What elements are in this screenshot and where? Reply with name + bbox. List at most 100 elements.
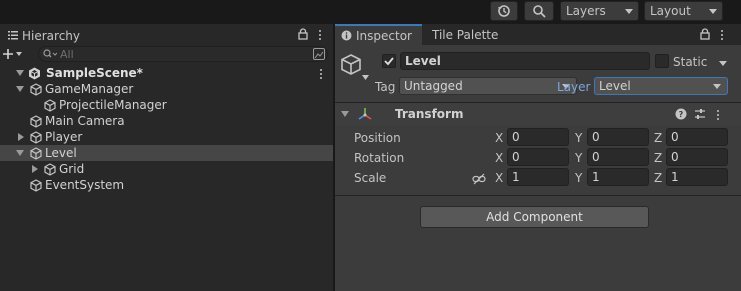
- transform-position-x-field[interactable]: 0: [507, 128, 569, 146]
- search-icon: [532, 4, 546, 18]
- layer-value: Level: [599, 79, 631, 93]
- tab-tile-palette[interactable]: Tile Palette: [422, 24, 508, 45]
- hierarchy-item-label: ProjectileManager: [59, 98, 167, 112]
- tab-hierarchy-label: Hierarchy: [22, 28, 81, 43]
- preset-icon[interactable]: [694, 108, 706, 120]
- search-button[interactable]: [524, 1, 554, 21]
- hierarchy-item[interactable]: EventSystem: [0, 177, 333, 193]
- history-button[interactable]: [490, 1, 518, 21]
- object-name-field[interactable]: Level: [400, 52, 650, 70]
- hierarchy-menu-icon[interactable]: [317, 29, 323, 40]
- expand-arrow-icon[interactable]: [16, 86, 24, 92]
- hierarchy-item-label: Grid: [59, 162, 85, 176]
- unity-scene-icon: [28, 67, 41, 80]
- hierarchy-item[interactable]: Level: [0, 145, 333, 161]
- axis-z-label: Z: [654, 151, 663, 165]
- hierarchy-item[interactable]: Player: [0, 129, 333, 145]
- svg-text:?: ?: [679, 110, 684, 119]
- static-checkbox[interactable]: [655, 54, 669, 68]
- scene-filter-icon[interactable]: [313, 48, 325, 60]
- gameobject-cube-icon[interactable]: [341, 53, 369, 83]
- tab-tile-palette-label: Tile Palette: [431, 27, 499, 42]
- transform-rotation-y-field[interactable]: 0: [587, 148, 649, 166]
- transform-scale-z-field[interactable]: 1: [666, 168, 728, 186]
- axis-z-label: Z: [654, 171, 663, 185]
- indent: [0, 150, 28, 156]
- hierarchy-item[interactable]: GameManager: [0, 81, 333, 97]
- lock-icon[interactable]: [700, 28, 710, 40]
- hierarchy-tab-bar: Hierarchy: [0, 24, 333, 45]
- layout-dropdown[interactable]: Layout: [644, 1, 723, 21]
- expand-arrow-icon[interactable]: [16, 70, 24, 76]
- transform-title: Transform: [395, 107, 464, 121]
- hierarchy-item-label: Player: [45, 130, 83, 144]
- scene-menu-icon[interactable]: [318, 68, 324, 79]
- transform-header[interactable]: Transform ?: [335, 103, 741, 125]
- inspector-menu-icon[interactable]: [719, 29, 725, 40]
- transform-rotation-x-field[interactable]: 0: [507, 148, 569, 166]
- scene-row[interactable]: SampleScene*: [0, 65, 333, 81]
- tab-inspector[interactable]: Inspector: [335, 24, 422, 45]
- layers-dropdown-label: Layers: [566, 4, 606, 18]
- add-component-button[interactable]: Add Component: [420, 206, 649, 228]
- hierarchy-item[interactable]: Main Camera: [0, 113, 333, 129]
- collapse-arrow-icon[interactable]: [32, 165, 38, 173]
- layout-dropdown-label: Layout: [650, 4, 691, 18]
- hierarchy-item[interactable]: ProjectileManager: [0, 97, 333, 113]
- gameobject-icon: [30, 178, 42, 192]
- lock-icon[interactable]: [298, 28, 308, 40]
- axis-x-label: X: [495, 151, 504, 165]
- gameobject-icon: [44, 162, 56, 176]
- static-dropdown-icon[interactable]: [719, 61, 727, 66]
- inspector-tab-bar: Inspector Tile Palette: [335, 24, 741, 45]
- gameobject-icon: [30, 130, 42, 144]
- component-menu-icon[interactable]: [715, 109, 721, 120]
- transform-scale-x-field[interactable]: 1: [507, 168, 569, 186]
- hierarchy-item[interactable]: Grid: [0, 161, 333, 177]
- gameobject-icon: [44, 98, 56, 112]
- transform-rotation-z-field[interactable]: 0: [666, 148, 728, 166]
- collapse-arrow-icon[interactable]: [18, 133, 24, 141]
- gameobject-icon: [30, 82, 42, 96]
- chevron-down-icon: [16, 52, 22, 56]
- hierarchy-search-field[interactable]: All: [38, 46, 328, 62]
- active-checkbox[interactable]: [382, 54, 396, 68]
- indent: [0, 133, 28, 141]
- create-button[interactable]: [2, 45, 28, 63]
- chevron-down-icon: [713, 83, 721, 89]
- plus-icon: [2, 48, 14, 60]
- hierarchy-item-label: Main Camera: [45, 114, 125, 128]
- hierarchy-item-label: Level: [45, 146, 77, 160]
- chevron-down-icon: [709, 8, 717, 14]
- foldout-arrow-icon[interactable]: [341, 111, 349, 117]
- top-toolbar: Layers Layout: [0, 0, 741, 24]
- transform-position-label: Position: [354, 131, 401, 145]
- scene-name: SampleScene*: [46, 66, 143, 80]
- axis-y-label: Y: [575, 131, 583, 145]
- tag-dropdown[interactable]: Untagged: [399, 77, 577, 95]
- hierarchy-item-label: GameManager: [45, 82, 134, 96]
- transform-position-z-field[interactable]: 0: [666, 128, 728, 146]
- transform-icon: [357, 107, 373, 121]
- hierarchy-panel: Hierarchy All SampleScene* GameManager Pr…: [0, 24, 333, 291]
- list-icon: [8, 31, 18, 40]
- layer-dropdown[interactable]: Level: [594, 77, 728, 95]
- component-divider: [335, 195, 741, 196]
- layer-label: Layer: [557, 80, 591, 94]
- layers-dropdown[interactable]: Layers: [560, 1, 639, 21]
- transform-position-y-field[interactable]: 0: [587, 128, 649, 146]
- tab-inspector-label: Inspector: [356, 28, 412, 43]
- tag-label: Tag: [375, 80, 396, 94]
- indent: [0, 165, 42, 173]
- axis-y-label: Y: [575, 171, 583, 185]
- transform-scale-y-field[interactable]: 1: [587, 168, 649, 186]
- axis-x-label: X: [495, 171, 504, 185]
- inspector-panel: Inspector Tile Palette Level Static Tag …: [335, 24, 741, 291]
- axis-y-label: Y: [575, 151, 583, 165]
- tag-value: Untagged: [404, 79, 463, 93]
- constrain-proportions-icon[interactable]: [472, 173, 486, 185]
- help-icon[interactable]: ?: [675, 108, 687, 120]
- static-label: Static: [673, 55, 708, 69]
- expand-arrow-icon[interactable]: [16, 150, 24, 156]
- tab-hierarchy[interactable]: Hierarchy: [0, 24, 89, 45]
